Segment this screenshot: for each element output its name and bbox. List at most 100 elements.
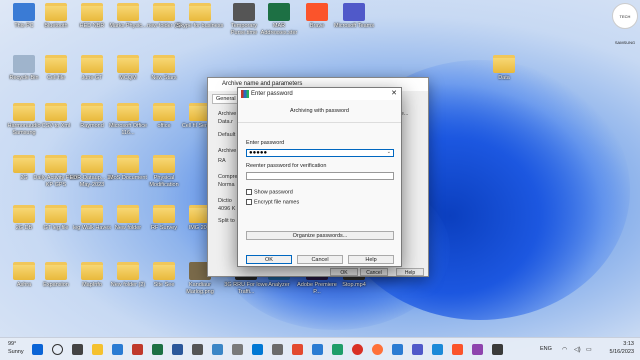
app-icon-8[interactable] bbox=[332, 344, 343, 355]
chrome-icon[interactable] bbox=[352, 344, 363, 355]
checkbox-box[interactable] bbox=[246, 189, 252, 195]
desktop-icon-label: Kandiaur Marlog.png bbox=[186, 282, 214, 295]
archive-option-label: Dictio bbox=[218, 198, 232, 204]
teams-icon[interactable] bbox=[412, 344, 423, 355]
app-icon-10[interactable] bbox=[432, 344, 443, 355]
channel-logo: TECH SAMSUNG bbox=[612, 3, 638, 45]
show-password-label: Show password bbox=[254, 189, 293, 196]
app-icon-5[interactable] bbox=[272, 344, 283, 355]
tab-general[interactable]: General bbox=[212, 94, 240, 104]
filezilla-icon[interactable] bbox=[132, 344, 143, 355]
folder-icon bbox=[153, 155, 175, 173]
archive-cancel-button[interactable]: Cancel bbox=[360, 268, 388, 276]
folder-icon bbox=[189, 3, 211, 21]
winrar-taskbar-icon[interactable] bbox=[472, 344, 483, 355]
folder-icon bbox=[117, 55, 139, 73]
folder-icon bbox=[493, 55, 515, 73]
archive-option-label: Compre bbox=[218, 174, 238, 180]
weather-temp[interactable]: 99° bbox=[8, 341, 16, 347]
app-icon bbox=[343, 3, 365, 21]
task-view-icon[interactable] bbox=[72, 344, 83, 355]
app-icon-3[interactable] bbox=[232, 344, 243, 355]
archive-help-button[interactable]: Help bbox=[396, 268, 424, 276]
divider bbox=[238, 122, 401, 123]
show-password-checkbox[interactable]: Show password bbox=[246, 189, 293, 195]
folder-icon bbox=[117, 205, 139, 223]
help-button[interactable]: Help bbox=[348, 255, 394, 264]
enter-password-dialog: Enter password ✕ Archiving with password… bbox=[237, 87, 402, 267]
battery-icon[interactable]: ▭ bbox=[586, 346, 592, 353]
folder-icon bbox=[45, 155, 67, 173]
folder-icon bbox=[81, 103, 103, 121]
password-dialog-title: Enter password bbox=[251, 91, 293, 97]
cancel-button[interactable]: Cancel bbox=[297, 255, 343, 264]
folder-icon bbox=[117, 103, 139, 121]
folder-icon bbox=[45, 3, 67, 21]
password-value: ●●●●● bbox=[249, 150, 268, 156]
app-icon-4[interactable] bbox=[252, 344, 263, 355]
word-icon[interactable] bbox=[172, 344, 183, 355]
desktop-icon-label: Microsoft Teams bbox=[334, 23, 374, 29]
firefox-icon[interactable] bbox=[372, 344, 383, 355]
app-icon-2[interactable] bbox=[212, 344, 223, 355]
archive-option-label: Split to bbox=[218, 218, 235, 224]
folder-icon bbox=[81, 155, 103, 173]
folder-icon bbox=[45, 103, 67, 121]
enter-password-label: Enter password bbox=[246, 140, 285, 146]
app-icon bbox=[306, 3, 328, 21]
archive-option-label: Archive bbox=[218, 111, 237, 117]
desktop-icon[interactable]: New Stars bbox=[140, 55, 188, 82]
app-icon bbox=[233, 3, 255, 21]
volume-icon[interactable]: ◁) bbox=[574, 346, 581, 353]
folder-icon bbox=[117, 262, 139, 280]
app-icon-9[interactable] bbox=[392, 344, 403, 355]
password-dialog-titlebar[interactable]: Enter password ✕ bbox=[238, 88, 401, 100]
encrypt-file-names-checkbox[interactable]: Encrypt file names bbox=[246, 199, 299, 205]
excel-icon[interactable] bbox=[152, 344, 163, 355]
file-explorer-icon[interactable] bbox=[92, 344, 103, 355]
brave-icon[interactable] bbox=[452, 344, 463, 355]
app-icon[interactable] bbox=[192, 344, 203, 355]
archive-ok-button[interactable]: OK bbox=[330, 268, 358, 276]
archive-option-label: RA bbox=[218, 158, 226, 164]
taskbar: 99° Sunny ENG ◠ ◁) ▭ 3:13 5/16/2023 bbox=[0, 337, 640, 360]
folder-icon bbox=[153, 3, 175, 21]
desktop-icon-label: Stop.mp4 bbox=[342, 282, 366, 288]
desktop-icon-label: Physical Modification bbox=[149, 175, 179, 188]
desktop-icon[interactable]: Microsoft Teams bbox=[330, 3, 378, 30]
reenter-password-label: Reenter password for verification bbox=[246, 163, 327, 169]
desktop-icon[interactable]: Physical Modification bbox=[140, 155, 188, 189]
close-icon[interactable]: ✕ bbox=[391, 88, 397, 100]
organize-passwords-button[interactable]: Organize passwords... bbox=[246, 231, 394, 240]
app-icon-6[interactable] bbox=[292, 344, 303, 355]
start-icon[interactable] bbox=[32, 344, 43, 355]
app-icon-11[interactable] bbox=[492, 344, 503, 355]
folder-icon bbox=[81, 3, 103, 21]
checkbox-box[interactable] bbox=[246, 199, 252, 205]
winrar-icon bbox=[241, 90, 249, 98]
clock-time[interactable]: 3:13 bbox=[604, 341, 634, 347]
desktop-icon-label: Skype for business bbox=[176, 23, 224, 29]
weather-label[interactable]: Sunny bbox=[8, 349, 24, 355]
folder-icon bbox=[153, 103, 175, 121]
language-indicator[interactable]: ENG bbox=[540, 346, 552, 352]
app-icon-7[interactable] bbox=[312, 344, 323, 355]
clock-date[interactable]: 5/16/2023 bbox=[600, 349, 634, 355]
chevron-down-icon[interactable]: ⌄ bbox=[387, 149, 391, 156]
desktop-icon[interactable]: Skype for business bbox=[176, 3, 224, 30]
archive-option-label: Archive bbox=[218, 148, 237, 154]
folder-icon bbox=[153, 205, 175, 223]
reenter-password-input[interactable] bbox=[246, 172, 394, 180]
encrypt-file-names-label: Encrypt file names bbox=[254, 199, 300, 206]
folder-icon bbox=[81, 262, 103, 280]
wifi-icon[interactable]: ◠ bbox=[562, 346, 567, 353]
dialog-header: Archiving with password bbox=[290, 108, 349, 114]
mail-icon[interactable] bbox=[112, 344, 123, 355]
folder-icon bbox=[45, 205, 67, 223]
folder-icon bbox=[81, 55, 103, 73]
archive-option-label: Norma bbox=[218, 182, 235, 188]
password-input[interactable]: ●●●●● ⌄ bbox=[246, 149, 394, 157]
search-icon[interactable] bbox=[52, 344, 63, 355]
desktop-icon[interactable]: Data bbox=[480, 55, 528, 82]
ok-button[interactable]: OK bbox=[246, 255, 292, 264]
